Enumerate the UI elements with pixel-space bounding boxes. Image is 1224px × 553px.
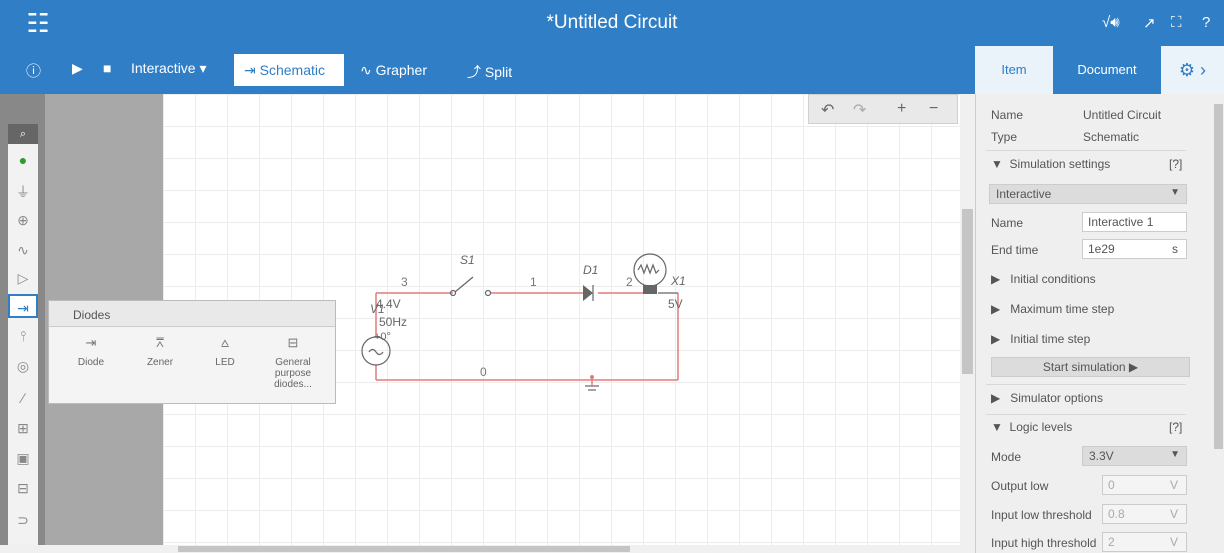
diodes-popup: Diodes ⇥ Diode ⩞ Zener ⩟ LED ⊟ General purpo… bbox=[48, 300, 336, 404]
search-icon[interactable]: ⌕ bbox=[8, 124, 38, 144]
source-icon[interactable]: ⊕ bbox=[8, 208, 38, 232]
node-label: 1 bbox=[530, 275, 537, 289]
node-label: 2 bbox=[626, 275, 633, 289]
zoom-out-button[interactable]: − bbox=[929, 100, 938, 118]
tab-document[interactable]: Document bbox=[1053, 46, 1161, 94]
scroll-thumb[interactable] bbox=[178, 546, 630, 552]
lamp-label: X1 bbox=[670, 274, 686, 288]
scroll-thumb[interactable] bbox=[1214, 104, 1223, 449]
divider bbox=[986, 414, 1186, 415]
popup-title: Diodes bbox=[49, 301, 335, 327]
diode-label: D1 bbox=[583, 263, 598, 277]
component-palette: ⌕ ● ⏚ ⊕ ∿ ▷ ⇥ ⫯ ◎ ∕ ⊞ ▣ ⊟ ⊃ bbox=[0, 94, 45, 553]
source-freq: 50Hz bbox=[379, 315, 407, 329]
diode-icon: ⇥ bbox=[244, 62, 256, 78]
tab-schematic[interactable]: ⇥ Schematic bbox=[234, 54, 344, 86]
stop-icon[interactable]: ■ bbox=[103, 60, 111, 76]
canvas-vertical-scrollbar[interactable] bbox=[960, 94, 975, 545]
help-icon[interactable]: ? bbox=[1202, 14, 1210, 31]
zener-icon: ⩞ bbox=[156, 335, 164, 350]
led-item[interactable]: ⩟ LED bbox=[199, 335, 251, 368]
document-panel: Name Untitled Circuit Type Schematic ▼ S… bbox=[975, 94, 1224, 553]
mode-label: Mode bbox=[991, 450, 1022, 464]
led-icon: ⩟ bbox=[221, 335, 229, 350]
initial-time-step-section[interactable]: ▶ Initial time step bbox=[991, 332, 1090, 346]
end-time-input[interactable]: 1e29 s bbox=[1082, 239, 1187, 259]
start-simulation-button[interactable]: Start simulation ▶ bbox=[991, 357, 1190, 377]
sqrt-sound-icon[interactable]: √🔊︎ bbox=[1102, 14, 1120, 31]
title-bar: ☷ *Untitled Circuit √🔊︎ ↗ ⛶ ? bbox=[0, 0, 1224, 46]
help-link[interactable]: [?] bbox=[1169, 157, 1182, 171]
sim-mode-select[interactable]: Interactive ▼ bbox=[989, 184, 1187, 204]
info-icon[interactable]: ⓘ bbox=[26, 60, 41, 81]
zoom-in-button[interactable]: + bbox=[897, 100, 906, 118]
diode-folder-icon: ⊟ bbox=[287, 335, 299, 350]
palette-strip: ● ⏚ ⊕ ∿ ▷ ⇥ ⫯ ◎ ∕ ⊞ ▣ ⊟ ⊃ bbox=[8, 144, 38, 553]
divider bbox=[986, 150, 1186, 151]
input-high-input[interactable]: 2V bbox=[1102, 532, 1187, 552]
input-low-input[interactable]: 0.8 V bbox=[1102, 504, 1187, 524]
document-title: *Untitled Circuit bbox=[546, 12, 678, 33]
tab-grapher[interactable]: ∿ Grapher bbox=[350, 54, 450, 86]
input-high-label: Input high threshold bbox=[991, 536, 1097, 550]
mode-dropdown[interactable]: Interactive ▾ bbox=[131, 60, 207, 77]
tab-item[interactable]: Item bbox=[975, 46, 1053, 94]
buffer-icon[interactable]: ▷ bbox=[8, 266, 38, 290]
probe-icon[interactable]: ● bbox=[8, 148, 38, 172]
max-time-step-section[interactable]: ▶ Maximum time step bbox=[991, 302, 1114, 316]
relay-icon[interactable]: ⊞ bbox=[8, 416, 38, 440]
sim-settings-section[interactable]: ▼ Simulation settings bbox=[991, 157, 1110, 171]
resistor-icon[interactable]: ∿ bbox=[8, 238, 38, 262]
switch-label: S1 bbox=[460, 253, 475, 267]
redo-icon[interactable]: ↷ bbox=[853, 100, 866, 120]
export-icon[interactable]: ↗ bbox=[1143, 14, 1156, 32]
output-low-input[interactable]: 0V bbox=[1102, 475, 1187, 495]
tab-split[interactable]: ⤴ Split bbox=[457, 54, 537, 86]
logic-levels-section[interactable]: ▼ Logic levels bbox=[991, 420, 1072, 434]
sim-name-input[interactable]: Interactive 1 bbox=[1082, 212, 1187, 232]
switch-icon[interactable]: ∕ bbox=[8, 386, 38, 410]
gate-icon[interactable]: ⊃ bbox=[8, 508, 38, 532]
source-voltage: 4.4V bbox=[376, 297, 401, 311]
sim-name-label: Name bbox=[991, 216, 1024, 230]
divider bbox=[986, 384, 1186, 385]
canvas-horizontal-scrollbar[interactable] bbox=[0, 545, 975, 553]
split-icon: ⤴ bbox=[467, 64, 481, 80]
diode-item[interactable]: ⇥ Diode bbox=[65, 335, 117, 368]
play-icon[interactable]: ▶ bbox=[72, 60, 83, 77]
ic-icon[interactable]: ▣ bbox=[8, 446, 38, 470]
logic-icon[interactable]: ⊟ bbox=[8, 476, 38, 500]
diode-icon: ⇥ bbox=[85, 335, 97, 350]
node-label: 3 bbox=[401, 275, 408, 289]
help-link[interactable]: [?] bbox=[1169, 420, 1182, 434]
name-value: Untitled Circuit bbox=[1083, 108, 1162, 122]
wave-icon: ∿ bbox=[360, 62, 372, 78]
scroll-thumb[interactable] bbox=[962, 209, 973, 374]
panel-scrollbar[interactable] bbox=[1213, 94, 1224, 553]
transistor-icon[interactable]: ⫯ bbox=[8, 324, 38, 348]
simulator-options-section[interactable]: ▶ Simulator options bbox=[991, 391, 1103, 405]
ground-icon[interactable]: ⏚ bbox=[8, 180, 38, 204]
name-label: Name bbox=[991, 108, 1024, 122]
fullscreen-icon[interactable]: ⛶ bbox=[1171, 14, 1182, 31]
source-phase: +0° bbox=[374, 331, 391, 343]
output-low-label: Output low bbox=[991, 479, 1049, 493]
lamp-icon[interactable]: ◎ bbox=[8, 354, 38, 378]
initial-conditions-section[interactable]: ▶ Initial conditions bbox=[991, 272, 1096, 286]
type-value: Schematic bbox=[1083, 130, 1140, 144]
zoom-controls: ↶ ↷ + − bbox=[808, 94, 958, 124]
toolbar: ⓘ ▶ ■ Interactive ▾ ⇥ Schematic ∿ Graphe… bbox=[0, 46, 975, 94]
type-label: Type bbox=[991, 130, 1018, 144]
diode-icon[interactable]: ⇥ bbox=[8, 294, 38, 318]
undo-icon[interactable]: ↶ bbox=[821, 100, 834, 120]
end-time-label: End time bbox=[991, 243, 1039, 257]
node-label: 0 bbox=[480, 365, 487, 379]
input-low-label: Input low threshold bbox=[991, 508, 1092, 522]
panel-tabs: Item Document ⚙ › bbox=[975, 46, 1224, 94]
logic-mode-select[interactable]: 3.3V ▼ bbox=[1082, 446, 1187, 466]
zener-item[interactable]: ⩞ Zener bbox=[134, 335, 186, 368]
lamp-rating: 5V bbox=[668, 297, 683, 311]
gear-icon[interactable]: ⚙ › bbox=[1161, 46, 1224, 94]
general-diodes-item[interactable]: ⊟ General purpose diodes... bbox=[267, 335, 319, 390]
